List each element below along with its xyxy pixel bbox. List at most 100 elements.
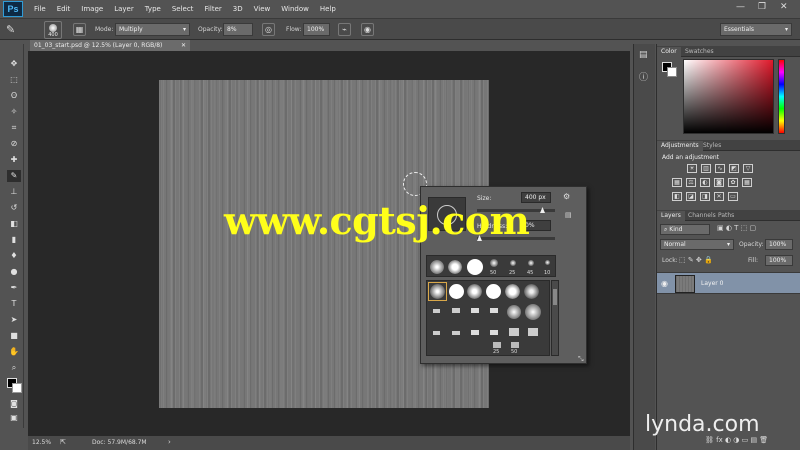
vibrance-icon[interactable]: ▽ (743, 164, 753, 173)
lock-icons[interactable]: ⬚ ✎ ✥ 🔒 (679, 256, 713, 264)
hue-slider[interactable] (778, 59, 785, 134)
brush-tool-icon[interactable]: ✎ (6, 23, 15, 36)
menu-file[interactable]: File (34, 5, 46, 13)
gear-icon[interactable]: ⚙ (563, 192, 570, 201)
stamp-icon[interactable]: ⊥ (7, 186, 21, 198)
black-white-icon[interactable]: ◐ (700, 178, 710, 187)
menu-edit[interactable]: Edit (57, 5, 71, 13)
tab-swatches[interactable]: Swatches (681, 47, 718, 57)
brush-tip-soft[interactable] (448, 260, 462, 274)
hand-icon[interactable]: ✋ (7, 346, 21, 358)
brush-panel-toggle-icon[interactable]: ▦ (73, 23, 86, 36)
healing-icon[interactable]: ✚ (7, 154, 21, 166)
document-tab[interactable]: 01_03_start.psd @ 12.5% (Layer 0, RGB/8)… (30, 40, 190, 51)
opacity-input[interactable]: 8% (223, 23, 253, 36)
brush-tip-stroke[interactable] (511, 342, 519, 348)
tab-layers[interactable]: Layers (657, 211, 685, 221)
brush-tip-soft[interactable] (510, 260, 516, 266)
properties-panel-icon[interactable]: ⓘ (639, 70, 648, 83)
menu-3d[interactable]: 3D (233, 5, 243, 13)
menu-window[interactable]: Window (281, 5, 309, 13)
dodge-icon[interactable]: ● (7, 266, 21, 278)
crop-icon[interactable]: ⌗ (7, 122, 21, 134)
brush-tip-soft[interactable] (490, 259, 498, 267)
brush-tip-stroke[interactable] (490, 308, 498, 313)
brush-tip-stroke[interactable] (493, 342, 501, 348)
layer-footer-icons[interactable]: ⛓ fx ◐ ◑ ▭ ▤ 🗑 (705, 436, 768, 444)
screen-mode-icon[interactable]: ▣ (7, 412, 21, 424)
brush-tip-stroke[interactable] (433, 331, 440, 335)
layer-opacity-input[interactable]: 100% (765, 239, 793, 250)
layer-name[interactable]: Layer 0 (701, 280, 723, 287)
chevron-right-icon[interactable]: › (168, 438, 171, 446)
brush-tip-soft[interactable] (467, 284, 482, 299)
layer-row[interactable]: ◉ Layer 0 (657, 272, 800, 294)
share-icon[interactable]: ⇱ (60, 438, 66, 446)
airbrush-icon[interactable]: ⌁ (338, 23, 351, 36)
channel-mixer-icon[interactable]: ✿ (728, 178, 738, 187)
brush-tip-soft[interactable] (525, 304, 541, 320)
path-select-icon[interactable]: ➤ (7, 314, 21, 326)
brush-tip-stroke[interactable] (471, 330, 479, 335)
workspace-select[interactable]: Essentials ▾ (720, 23, 792, 36)
color-lookup-icon[interactable]: ▦ (742, 178, 752, 187)
brush-tip-stroke[interactable] (452, 308, 460, 313)
type-icon[interactable]: T (7, 298, 21, 310)
zoom-readout[interactable]: 12.5% (32, 439, 51, 446)
history-panel-icon[interactable]: ▤ (639, 50, 648, 60)
brush-tip-stroke[interactable] (452, 331, 460, 335)
brightness-icon[interactable]: ☀ (687, 164, 697, 173)
fill-input[interactable]: 100% (765, 255, 793, 266)
brush-tip-hard[interactable] (449, 284, 464, 299)
size-slider-handle[interactable] (540, 207, 545, 213)
levels-icon[interactable]: ▥ (701, 164, 711, 173)
close-button[interactable]: ✕ (780, 2, 788, 12)
flow-input[interactable]: 100% (303, 23, 330, 36)
selective-color-icon[interactable]: ✕ (714, 192, 724, 201)
tab-paths[interactable]: Paths (714, 211, 738, 221)
brush-tip-stroke[interactable] (433, 309, 440, 313)
lasso-icon[interactable]: ʘ (7, 90, 21, 102)
brush-tip-soft[interactable] (507, 305, 521, 319)
quick-mask-icon[interactable]: ◙ (7, 398, 21, 410)
menu-help[interactable]: Help (320, 5, 336, 13)
quick-select-icon[interactable]: ✧ (7, 106, 21, 118)
tab-styles[interactable]: Styles (699, 141, 725, 151)
brush-tip-soft[interactable] (528, 260, 534, 266)
layer-filter-kind[interactable]: ⌕ Kind (660, 224, 710, 235)
brush-tip-stroke[interactable] (490, 330, 498, 335)
pressure-size-icon[interactable]: ◉ (361, 23, 374, 36)
tab-adjustments[interactable]: Adjustments (657, 141, 703, 151)
minimize-button[interactable]: — (736, 2, 745, 12)
marquee-icon[interactable]: ⬚ (7, 74, 21, 86)
maximize-button[interactable]: ❐ (758, 2, 766, 12)
new-preset-icon[interactable]: ▤ (565, 211, 572, 219)
menu-type[interactable]: Type (145, 5, 161, 13)
threshold-icon[interactable]: ◨ (700, 192, 710, 201)
pressure-opacity-icon[interactable]: ◎ (262, 23, 275, 36)
invert-icon[interactable]: ◧ (672, 192, 682, 201)
exposure-icon[interactable]: ◩ (729, 164, 739, 173)
gradient-icon[interactable]: ▮ (7, 234, 21, 246)
menu-select[interactable]: Select (172, 5, 194, 13)
eraser-icon[interactable]: ◧ (7, 218, 21, 230)
brush-preset-picker[interactable]: 400 (44, 21, 62, 39)
color-picker-field[interactable] (683, 59, 774, 134)
brush-tip-stroke[interactable] (528, 328, 538, 336)
color-balance-icon[interactable]: ⚖ (686, 178, 696, 187)
hue-sat-icon[interactable]: ▦ (672, 178, 682, 187)
eyedropper-icon[interactable]: ⊘ (7, 138, 21, 150)
scrollbar-thumb[interactable] (553, 289, 557, 305)
brush-tip-hard[interactable] (467, 259, 483, 275)
pen-icon[interactable]: ✒ (7, 282, 21, 294)
eye-icon[interactable]: ◉ (661, 279, 668, 288)
mode-select[interactable]: Multiply ▾ (115, 23, 190, 36)
brush-tip-soft[interactable] (430, 284, 445, 299)
brush-tip-stroke[interactable] (509, 328, 519, 336)
posterize-icon[interactable]: ◪ (686, 192, 696, 201)
curves-icon[interactable]: ∿ (715, 164, 725, 173)
menu-filter[interactable]: Filter (204, 5, 221, 13)
resize-handle-icon[interactable]: ⤡ (578, 355, 584, 364)
background-color-swatch[interactable] (667, 67, 677, 77)
zoom-icon[interactable]: ⌕ (7, 362, 21, 374)
